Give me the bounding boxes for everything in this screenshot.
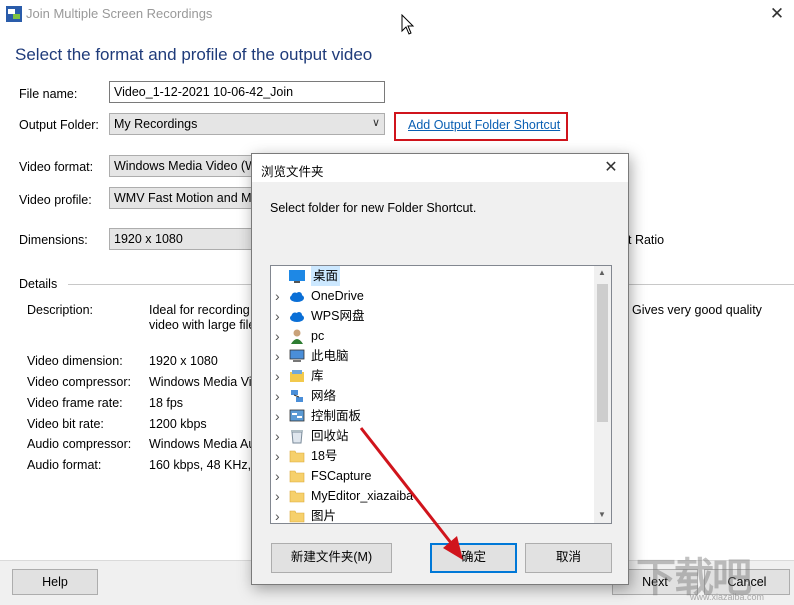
- video-frame-rate-value: 18 fps: [149, 396, 184, 410]
- aspect-ratio-label: t Ratio: [628, 233, 665, 247]
- dialog-message: Select folder for new Folder Shortcut.: [270, 201, 477, 215]
- tree-item-label: 网络: [311, 389, 337, 403]
- tree-item-label: OneDrive: [311, 289, 364, 303]
- tree-item[interactable]: › 库: [271, 366, 593, 386]
- audio-compressor-value: Windows Media Au: [149, 437, 256, 451]
- video-format-label: Video format:: [19, 160, 94, 174]
- window-close-button[interactable]: ✕: [764, 2, 790, 26]
- chevron-right-icon[interactable]: ›: [275, 406, 285, 426]
- file-name-input[interactable]: Video_1-12-2021 10-06-42_Join: [109, 81, 385, 103]
- tree-item-label: 回收站: [311, 429, 349, 443]
- tree-item[interactable]: › 网络: [271, 386, 593, 406]
- folder-icon: [289, 448, 305, 464]
- tree-item[interactable]: › WPS网盘: [271, 306, 593, 326]
- audio-format-label: Audio format:: [27, 458, 102, 472]
- file-name-label: File name:: [19, 87, 78, 101]
- dialog-cancel-button[interactable]: 取消: [525, 543, 612, 573]
- window-title: Join Multiple Screen Recordings: [26, 6, 213, 21]
- tree-item-label: 此电脑: [311, 349, 349, 363]
- video-frame-rate-label: Video frame rate:: [27, 396, 123, 410]
- library-icon: [289, 368, 305, 384]
- scroll-up-icon[interactable]: ▲: [598, 268, 606, 277]
- description-line-1: Ideal for recording: [149, 303, 250, 317]
- chevron-right-icon[interactable]: ›: [275, 486, 285, 506]
- tree-item-label: WPS网盘: [311, 309, 365, 323]
- tree-item-label: 库: [311, 369, 324, 383]
- folder-icon: [289, 468, 305, 484]
- tree-item-label: 18号: [311, 449, 338, 463]
- chevron-right-icon[interactable]: ›: [275, 386, 285, 406]
- annotation-arrow-icon: [359, 427, 463, 560]
- dialog-close-button[interactable]: ✕: [598, 157, 624, 179]
- scroll-down-icon[interactable]: ▼: [598, 510, 606, 519]
- chevron-right-icon[interactable]: ›: [275, 426, 285, 446]
- dimensions-select[interactable]: 1920 x 1080: [109, 228, 259, 250]
- chevron-right-icon[interactable]: ›: [275, 346, 285, 366]
- watermark-url: www.xiazaiba.com: [690, 592, 765, 602]
- tree-item[interactable]: 桌面: [271, 266, 593, 286]
- details-label: Details: [19, 277, 58, 291]
- mouse-cursor-icon: [401, 14, 415, 35]
- chevron-right-icon[interactable]: ›: [275, 366, 285, 386]
- video-bit-rate-label: Video bit rate:: [27, 417, 104, 431]
- chevron-down-icon: ∨: [371, 117, 380, 129]
- video-compressor-label: Video compressor:: [27, 375, 131, 389]
- chevron-right-icon[interactable]: ›: [275, 446, 285, 466]
- tree-item-label: 桌面: [311, 266, 341, 286]
- audio-format-value: 160 kbps, 48 KHz,: [149, 458, 252, 472]
- video-format-select[interactable]: Windows Media Video (W: [109, 155, 259, 177]
- tree-scrollbar[interactable]: ▲ ▼: [594, 266, 611, 523]
- control-panel-icon: [289, 408, 305, 424]
- output-folder-select[interactable]: My Recordings ∨: [109, 113, 385, 135]
- tree-item-label: 图片: [311, 509, 337, 523]
- cloud-icon: [289, 288, 305, 304]
- tree-item[interactable]: › pc: [271, 326, 593, 346]
- page-heading: Select the format and profile of the out…: [15, 45, 373, 64]
- chevron-right-icon[interactable]: ›: [275, 326, 285, 346]
- help-button[interactable]: Help: [12, 569, 98, 595]
- cloud-icon: [289, 308, 305, 324]
- tree-item-label: pc: [311, 329, 325, 343]
- description-line-2: video with large file: [149, 318, 256, 332]
- chevron-right-icon[interactable]: ›: [275, 306, 285, 326]
- output-folder-label: Output Folder:: [19, 118, 99, 132]
- tree-item-label: 控制面板: [311, 409, 362, 423]
- tree-item[interactable]: › 此电脑: [271, 346, 593, 366]
- video-dimension-value: 1920 x 1080: [149, 354, 218, 368]
- folder-icon: [289, 508, 305, 523]
- output-folder-value: My Recordings: [114, 117, 198, 131]
- folder-icon: [289, 488, 305, 504]
- scrollbar-thumb[interactable]: [597, 284, 608, 422]
- network-icon: [289, 388, 305, 404]
- computer-icon: [289, 348, 305, 364]
- video-bit-rate-value: 1200 kbps: [149, 417, 207, 431]
- video-compressor-value: Windows Media Vi: [149, 375, 252, 389]
- video-profile-select[interactable]: WMV Fast Motion and Mu: [109, 187, 259, 209]
- description-label: Description:: [27, 303, 93, 317]
- video-dimension-label: Video dimension:: [27, 354, 123, 368]
- chevron-right-icon[interactable]: ›: [275, 466, 285, 486]
- recycle-bin-icon: [289, 428, 305, 444]
- chevron-right-icon[interactable]: ›: [275, 286, 285, 306]
- desktop-icon: [289, 268, 305, 284]
- description-right: Gives very good quality: [632, 303, 762, 317]
- dialog-title: 浏览文件夹: [261, 165, 324, 179]
- tree-item[interactable]: › OneDrive: [271, 286, 593, 306]
- app-icon: [6, 6, 22, 22]
- video-profile-label: Video profile:: [19, 193, 92, 207]
- dimensions-label: Dimensions:: [19, 233, 88, 247]
- add-output-folder-shortcut-link[interactable]: Add Output Folder Shortcut: [408, 118, 560, 132]
- chevron-right-icon[interactable]: ›: [275, 506, 285, 523]
- user-icon: [289, 328, 305, 344]
- audio-compressor-label: Audio compressor:: [27, 437, 132, 451]
